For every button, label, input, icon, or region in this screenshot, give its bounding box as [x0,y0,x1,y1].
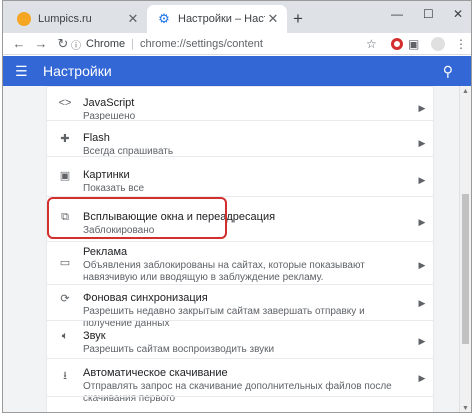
setting-row-ads[interactable]: ▭ Реклама Объявления заблокированы на са… [47,241,433,284]
chevron-right-icon: ▶ [418,138,426,148]
tab-strip: Lumpics.ru ✕ ⚙ Настройки – Настройки сай… [3,1,471,33]
chevron-right-icon: ▶ [418,175,426,185]
setting-row-flash[interactable]: ✚ Flash Всегда спрашивать ▶ [47,120,433,157]
volume-icon: 🔈︎ [61,330,69,342]
close-window-icon[interactable]: ✕ [453,7,463,21]
extension-icon[interactable]: ▣ [408,37,419,51]
setting-title: Картинки [83,169,130,181]
image-icon: ▣ [59,170,71,182]
code-icon: <> [58,97,72,109]
lumpics-favicon-icon [17,12,31,26]
hamburger-menu-icon[interactable]: ☰ [15,63,31,80]
chevron-right-icon: ▶ [418,217,426,227]
omnibox-label: Chrome [86,38,126,50]
address-bar[interactable]: ⓘ Chrome | chrome://settings/content [71,35,371,53]
setting-subtitle: Показать все [83,183,145,194]
chevron-right-icon: ▶ [418,298,426,308]
page-title: Настройки [43,63,112,79]
browser-window: Lumpics.ru ✕ ⚙ Настройки – Настройки сай… [2,0,472,413]
omnibox-divider: | [131,38,134,50]
reload-icon[interactable]: ↻ [53,36,73,52]
settings-card: <> JavaScript Разрешено ▶ ✚ Flash Всегда… [47,86,433,412]
scrollbar[interactable]: ▲ ▼ [459,86,471,412]
chevron-right-icon: ▶ [418,260,426,270]
new-tab-button[interactable]: + [293,10,303,27]
highlight-frame [47,197,227,239]
setting-title: Звук [83,330,106,342]
setting-row-partial[interactable] [47,396,433,412]
search-icon[interactable]: ⚲ [443,63,453,80]
chevron-right-icon: ▶ [418,373,426,383]
setting-row-sound[interactable]: 🔈︎ Звук Разрешить сайтам воспроизводить … [47,320,433,358]
tab-title: Настройки – Настройки сайта [178,13,265,25]
minimize-icon[interactable]: — [391,7,403,21]
bookmark-star-icon[interactable]: ☆ [366,37,377,51]
opera-extension-icon[interactable] [391,38,403,50]
tab-close-icon[interactable]: ✕ [125,11,141,27]
setting-row-background-sync[interactable]: ⟳ Фоновая синхронизация Разрешить недавн… [47,284,433,329]
setting-title: JavaScript [83,97,135,109]
setting-title: Flash [83,132,110,144]
url-text[interactable]: chrome://settings/content [140,38,263,50]
setting-title: Реклама [83,246,128,258]
puzzle-icon: ✚ [60,133,70,145]
browser-toolbar: ← → ↻ ⓘ Chrome | chrome://settings/conte… [3,33,471,55]
setting-row-images[interactable]: ▣ Картинки Показать все ▶ [47,156,433,196]
sync-icon: ⟳ [60,293,70,305]
scroll-up-icon[interactable]: ▲ [462,88,469,95]
settings-gear-icon: ⚙ [158,11,170,26]
tab-settings[interactable]: ⚙ Настройки – Настройки сайта ✕ [147,5,287,33]
menu-icon[interactable]: ⋮ [455,37,467,51]
scrollbar-thumb[interactable] [462,194,469,344]
chevron-right-icon: ▶ [418,103,426,113]
settings-content: <> JavaScript Разрешено ▶ ✚ Flash Всегда… [3,86,471,412]
tab-lumpics[interactable]: Lumpics.ru ✕ [7,5,147,33]
maximize-icon[interactable]: ☐ [423,7,434,21]
tab-title: Lumpics.ru [38,13,92,25]
scroll-down-icon[interactable]: ▼ [462,405,469,412]
setting-subtitle: Разрешить сайтам воспроизводить звуки [83,344,275,355]
setting-title: Фоновая синхронизация [83,292,208,304]
download-icon: ⭳ [63,370,67,382]
tab-close-icon[interactable]: ✕ [265,11,281,27]
chevron-right-icon: ▶ [418,336,426,346]
setting-title: Автоматическое скачивание [83,367,228,379]
settings-header: ☰ Настройки ⚲ [3,56,471,86]
site-info-icon[interactable]: ⓘ [71,37,81,52]
setting-subtitle: Объявления заблокированы на сайтах, кото… [83,260,365,283]
avatar[interactable] [431,37,445,51]
setting-row-javascript[interactable]: <> JavaScript Разрешено ▶ [47,86,433,122]
setting-row-auto-download[interactable]: ⭳ Автоматическое скачивание Отправлять з… [47,358,433,404]
forward-icon[interactable]: → [31,36,51,51]
back-icon[interactable]: ← [9,36,29,51]
ads-icon: ▭ [59,257,71,269]
